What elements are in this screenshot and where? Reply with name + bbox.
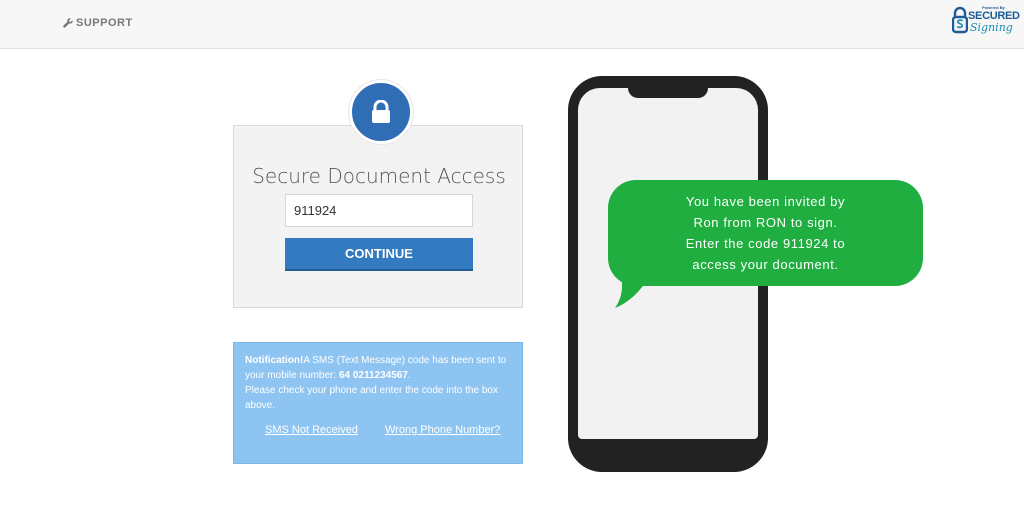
notification-text: Notification!A SMS (Text Message) code h… (245, 353, 512, 383)
continue-button[interactable]: CONTINUE (285, 238, 473, 271)
lock-icon (372, 100, 390, 123)
sms-not-received-link[interactable]: SMS Not Received (265, 423, 358, 438)
brand-signing-text: Signing (970, 21, 1013, 34)
notification-label: Notification! (245, 355, 304, 366)
notification-instruction: Please check your phone and enter the co… (245, 385, 498, 411)
secured-signing-logo: Powered By SECURED Signing (952, 4, 1020, 36)
sms-line-1: You have been invited by (685, 194, 846, 209)
wrench-icon (63, 18, 73, 28)
lock-badge (349, 80, 413, 144)
sms-message-bubble: You have been invited by Ron from RON to… (608, 180, 923, 286)
sms-line-4: access your document. (692, 257, 839, 272)
support-link[interactable]: SUPPORT (63, 17, 133, 29)
secure-access-card: Secure Document Access CONTINUE (233, 125, 523, 308)
wrong-phone-number-link[interactable]: Wrong Phone Number? (385, 423, 500, 438)
support-label: SUPPORT (76, 17, 133, 29)
sms-line-3: Enter the code 911924 to (685, 236, 846, 251)
notification-message-end: . (407, 370, 411, 381)
sms-notification: Notification!A SMS (Text Message) code h… (233, 342, 523, 464)
padlock-logo-icon (952, 6, 968, 34)
phone-number: 64 0211234567 (338, 370, 408, 381)
sms-line-2: Ron from RON to sign. (693, 215, 838, 230)
phone-notch (628, 88, 708, 98)
notification-links: SMS Not Received Wrong Phone Number? (234, 423, 524, 439)
page-title: Secure Document Access (252, 164, 506, 188)
top-bar: SUPPORT Powered By SECURED Signing (0, 0, 1024, 49)
access-code-input[interactable] (285, 194, 473, 227)
